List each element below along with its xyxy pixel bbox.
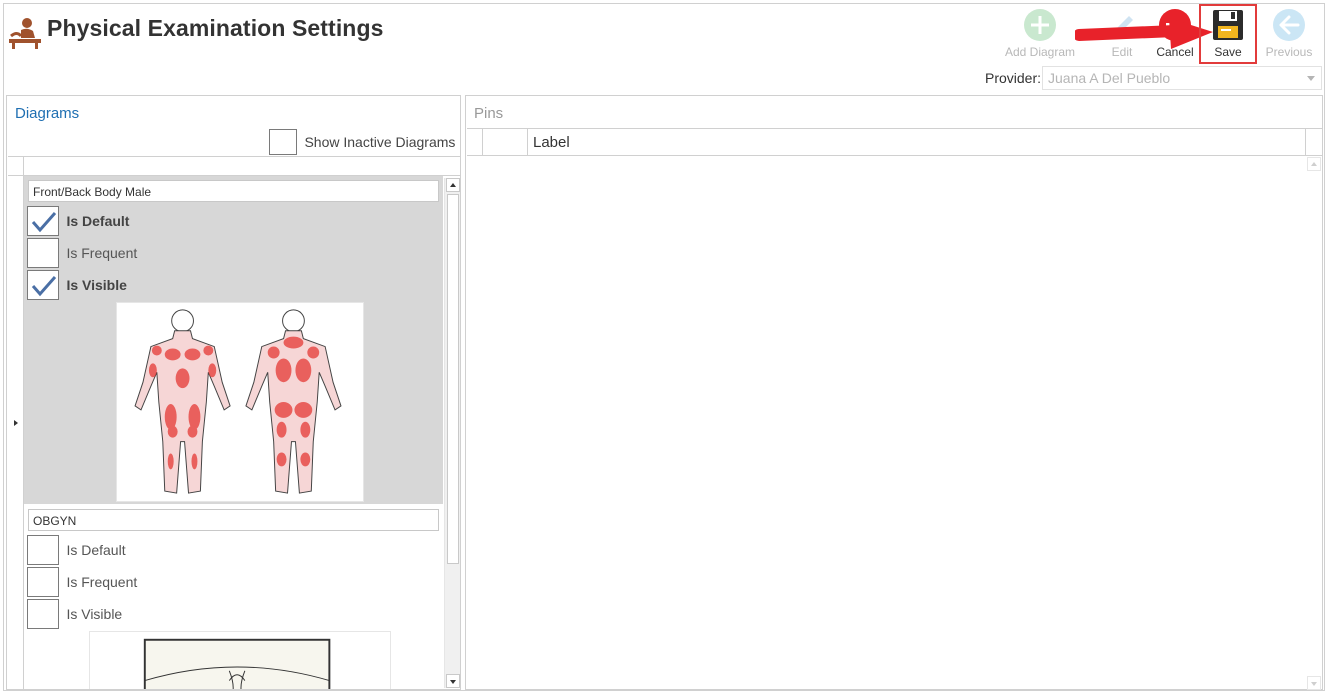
column-header-label[interactable]: Label xyxy=(533,134,570,151)
save-button[interactable]: Save xyxy=(1199,4,1257,64)
previous-label: Previous xyxy=(1265,45,1313,59)
column-divider xyxy=(1305,129,1306,155)
show-inactive-diagrams-toggle[interactable]: Show Inactive Diagrams xyxy=(269,129,455,155)
is-frequent-checkbox[interactable] xyxy=(27,567,59,597)
body-diagram-image xyxy=(116,302,364,502)
is-default-checkbox[interactable] xyxy=(27,206,59,236)
provider-value: Juana A Del Pueblo xyxy=(1048,70,1171,86)
pins-panel: Pins Label xyxy=(465,95,1323,690)
is-default-label: Is Default xyxy=(66,542,126,558)
pins-grid: Label xyxy=(467,128,1322,690)
is-default-label: Is Default xyxy=(66,213,130,229)
diagrams-grid-header xyxy=(8,156,460,176)
checkmark-icon xyxy=(31,276,57,297)
pins-grid-header: Label xyxy=(467,129,1322,156)
is-visible-label: Is Visible xyxy=(66,606,123,622)
row-selector-header xyxy=(467,129,483,155)
diagrams-scrollbar[interactable] xyxy=(444,178,460,688)
is-default-checkbox[interactable] xyxy=(27,535,59,565)
is-visible-checkbox[interactable] xyxy=(27,270,59,300)
red-arrow-annotation xyxy=(1075,18,1213,49)
row-selector-column xyxy=(8,176,24,689)
diagrams-list: Front/Back Body Male Is Default Is Frequ… xyxy=(24,176,443,689)
is-frequent-label: Is Frequent xyxy=(66,574,138,590)
is-frequent-option[interactable]: Is Frequent xyxy=(27,238,137,268)
add-diagram-button[interactable]: Add Diagram xyxy=(1002,8,1078,62)
floppy-disk-icon xyxy=(1213,10,1243,40)
is-frequent-label: Is Frequent xyxy=(66,245,138,261)
checkmark-icon xyxy=(31,212,57,233)
diagram-name-field[interactable]: OBGYN xyxy=(28,509,439,531)
plus-circle-icon xyxy=(1024,9,1056,41)
diagram-card[interactable]: Front/Back Body Male Is Default Is Frequ… xyxy=(24,176,443,504)
add-diagram-label: Add Diagram xyxy=(1004,45,1076,59)
is-visible-option[interactable]: Is Visible xyxy=(27,270,127,300)
is-visible-option[interactable]: Is Visible xyxy=(27,599,122,629)
provider-label: Provider: xyxy=(985,70,1042,86)
diagram-name-field[interactable]: Front/Back Body Male xyxy=(28,180,439,202)
is-visible-label: Is Visible xyxy=(66,277,127,293)
previous-button[interactable]: Previous xyxy=(1262,8,1316,62)
show-inactive-label: Show Inactive Diagrams xyxy=(304,134,456,150)
obgyn-diagram-image xyxy=(89,631,391,689)
pins-title: Pins xyxy=(474,105,504,122)
page-title: Physical Examination Settings xyxy=(47,15,384,41)
pins-scrollbar[interactable] xyxy=(1306,157,1322,690)
diagrams-panel: Diagrams Show Inactive Diagrams Front/Ba… xyxy=(6,95,461,690)
is-frequent-checkbox[interactable] xyxy=(27,238,59,268)
column-header-blank[interactable] xyxy=(483,129,528,155)
arrow-left-circle-icon xyxy=(1273,9,1305,41)
massage-treatment-icon xyxy=(9,18,41,49)
chevron-down-icon xyxy=(1307,76,1315,81)
save-label: Save xyxy=(1214,45,1242,59)
scroll-up-icon[interactable] xyxy=(446,178,460,192)
provider-select[interactable]: Juana A Del Pueblo xyxy=(1042,66,1322,90)
scroll-down-icon[interactable] xyxy=(1307,676,1321,690)
scroll-down-icon[interactable] xyxy=(446,674,460,688)
is-default-option[interactable]: Is Default xyxy=(27,206,129,236)
diagram-card[interactable]: OBGYN Is Default Is Frequent Is Visible xyxy=(24,504,443,689)
diagrams-title: Diagrams xyxy=(15,105,80,122)
scroll-thumb[interactable] xyxy=(447,194,459,564)
is-frequent-option[interactable]: Is Frequent xyxy=(27,567,137,597)
scroll-up-icon[interactable] xyxy=(1307,157,1321,171)
is-default-option[interactable]: Is Default xyxy=(27,535,126,565)
current-row-indicator-icon xyxy=(14,420,18,426)
show-inactive-checkbox[interactable] xyxy=(269,129,297,155)
row-selector-header xyxy=(8,157,24,176)
is-visible-checkbox[interactable] xyxy=(27,599,59,629)
